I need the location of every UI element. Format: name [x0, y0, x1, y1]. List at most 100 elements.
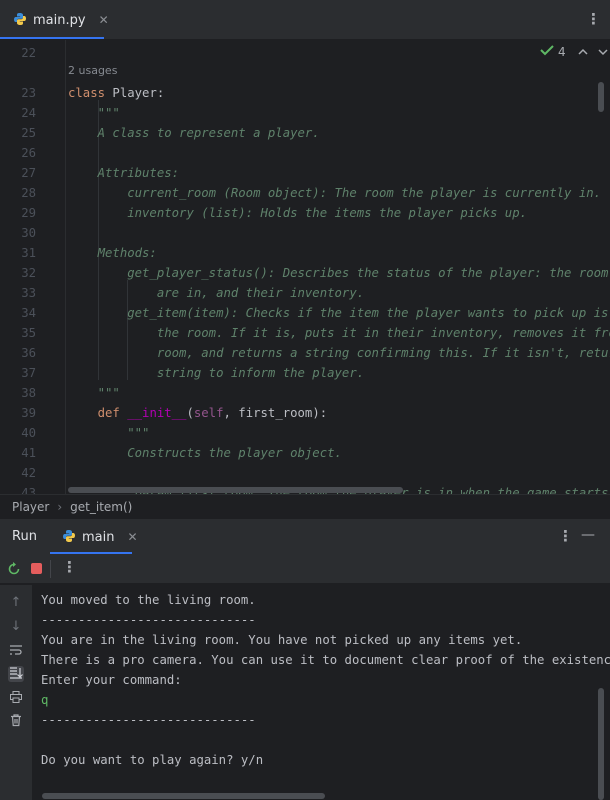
console-vertical-scrollbar[interactable] — [598, 688, 604, 800]
line-number: 42 — [21, 466, 36, 480]
close-icon[interactable]: ✕ — [99, 13, 109, 27]
breadcrumb-separator: › — [57, 499, 63, 514]
run-tool-window-header: Run main ✕ ⋮ — — [0, 518, 610, 554]
line-number: 43 — [21, 486, 36, 494]
line-number: 35 — [21, 326, 36, 340]
run-toolbar: ⋮ — [0, 554, 610, 584]
code-text: get_player_status(): Describes the statu… — [68, 263, 610, 283]
code-token: string to inform the player. — [68, 366, 365, 380]
down-arrow-icon[interactable]: ↓ — [8, 619, 24, 635]
line-number: 27 — [21, 166, 36, 180]
code-token: """ — [68, 386, 120, 400]
code-text: are in, and their inventory. — [68, 283, 364, 303]
line-number: 22 — [21, 46, 36, 60]
code-line[interactable]: 32 get_player_status(): Describes the st… — [0, 263, 610, 283]
more-options-icon[interactable]: ⋮ — [586, 10, 601, 28]
more-options-icon[interactable]: ⋮ — [558, 527, 573, 545]
line-number: 23 — [21, 86, 36, 100]
code-line[interactable]: 27 Attributes: — [0, 163, 610, 183]
code-line[interactable]: 41 Constructs the player object. — [0, 443, 610, 463]
print-icon[interactable] — [8, 690, 24, 706]
code-token: current_room (Room object): The room the… — [68, 186, 602, 200]
python-run-icon — [62, 528, 76, 547]
code-token: self — [193, 406, 224, 420]
code-token: the room. If it is, puts it in their inv… — [68, 326, 610, 340]
line-number: 32 — [21, 266, 36, 280]
console-horizontal-scrollbar[interactable] — [42, 793, 325, 799]
code-line[interactable]: 34 get_item(item): Checks if the item th… — [0, 303, 610, 323]
code-token: __init__ — [127, 406, 187, 420]
console-output-line: You are in the living room. You have not… — [41, 633, 523, 647]
code-editor[interactable]: 4 2 usages 22 23 class Player: 24 """ 25 A c… — [0, 40, 610, 494]
code-text: Methods: — [68, 243, 157, 263]
rerun-icon[interactable] — [6, 561, 22, 581]
code-text: """ — [68, 103, 120, 123]
code-line[interactable]: 33 are in, and their inventory. — [0, 283, 610, 303]
line-number: 25 — [21, 126, 36, 140]
code-token: Methods: — [68, 246, 157, 260]
soft-wrap-icon[interactable] — [8, 643, 24, 659]
code-line[interactable]: 23 class Player: — [0, 83, 610, 103]
line-number: 34 — [21, 306, 36, 320]
breadcrumb-item-class[interactable]: Player — [12, 500, 49, 514]
trash-icon[interactable] — [8, 713, 24, 729]
code-line[interactable]: 28 current_room (Room object): The room … — [0, 183, 610, 203]
editor-tab-label: main.py — [33, 12, 86, 28]
code-token: get_item(item): Checks if the item the p… — [68, 306, 610, 320]
code-line[interactable]: 22 — [0, 43, 610, 63]
console-output-line: You moved to the living room. — [41, 593, 256, 607]
code-token: ( — [186, 406, 194, 420]
console-output-line: Enter your command: — [41, 673, 182, 687]
code-line[interactable]: 30 — [0, 223, 610, 243]
code-line[interactable]: 38 """ — [0, 383, 610, 403]
code-text: A class to represent a player. — [68, 123, 320, 143]
run-title: Run — [12, 529, 37, 544]
code-line[interactable]: 25 A class to represent a player. — [0, 123, 610, 143]
code-token: inventory (list): Holds the items the pl… — [68, 206, 528, 220]
code-token: A class to represent a player. — [68, 126, 320, 140]
code-line[interactable]: 40 """ — [0, 423, 610, 443]
scroll-to-end-icon[interactable] — [8, 666, 24, 682]
usages-hint[interactable]: 2 usages — [68, 64, 117, 77]
line-number: 24 — [21, 106, 36, 120]
console-side-toolbar: ↑ ↓ — [0, 585, 32, 800]
stop-icon[interactable] — [31, 563, 42, 574]
run-tab-main[interactable]: main ✕ — [50, 519, 138, 555]
console-output-line: ----------------------------- — [41, 713, 256, 727]
up-arrow-icon[interactable]: ↑ — [8, 595, 24, 611]
line-number: 31 — [21, 246, 36, 260]
python-file-icon — [13, 11, 27, 30]
run-console[interactable]: ↑ ↓ You moved to the living room. -------… — [0, 585, 610, 800]
code-token: Constructs the player object. — [68, 446, 342, 460]
code-text: the room. If it is, puts it in their inv… — [68, 323, 610, 343]
code-line[interactable]: 26 — [0, 143, 610, 163]
code-line[interactable]: 35 the room. If it is, puts it in their … — [0, 323, 610, 343]
console-input-line: q — [41, 693, 49, 707]
code-token: Attributes: — [68, 166, 180, 180]
close-icon[interactable]: ✕ — [127, 530, 137, 544]
code-line[interactable]: 29 inventory (list): Holds the items the… — [0, 203, 610, 223]
code-line[interactable]: 42 — [0, 463, 610, 483]
code-text: """ — [68, 423, 149, 443]
console-output-line: ----------------------------- — [41, 613, 256, 627]
editor-tab-main-py[interactable]: main.py ✕ — [0, 0, 109, 40]
editor-horizontal-scrollbar[interactable] — [68, 487, 403, 493]
code-token: """ — [68, 106, 120, 120]
code-line[interactable]: 31 Methods: — [0, 243, 610, 263]
code-line[interactable]: 37 string to inform the player. — [0, 363, 610, 383]
line-number: 26 — [21, 146, 36, 160]
code-line[interactable]: 36 room, and returns a string confirming… — [0, 343, 610, 363]
line-number: 28 — [21, 186, 36, 200]
more-options-icon[interactable]: ⋮ — [62, 558, 77, 576]
line-number: 30 — [21, 226, 36, 240]
line-number: 37 — [21, 366, 36, 380]
minimize-icon[interactable]: — — [581, 527, 595, 543]
code-token: get_player_status(): Describes the statu… — [68, 266, 610, 280]
code-line[interactable]: 39 def __init__(self, first_room): — [0, 403, 610, 423]
breadcrumb-item-method[interactable]: get_item() — [70, 500, 132, 514]
editor-vertical-scrollbar[interactable] — [598, 82, 604, 112]
line-number: 36 — [21, 346, 36, 360]
editor-tab-bar: main.py ✕ ⋮ — [0, 0, 610, 40]
code-line[interactable]: 24 """ — [0, 103, 610, 123]
code-text: room, and returns a string confirming th… — [68, 343, 610, 363]
